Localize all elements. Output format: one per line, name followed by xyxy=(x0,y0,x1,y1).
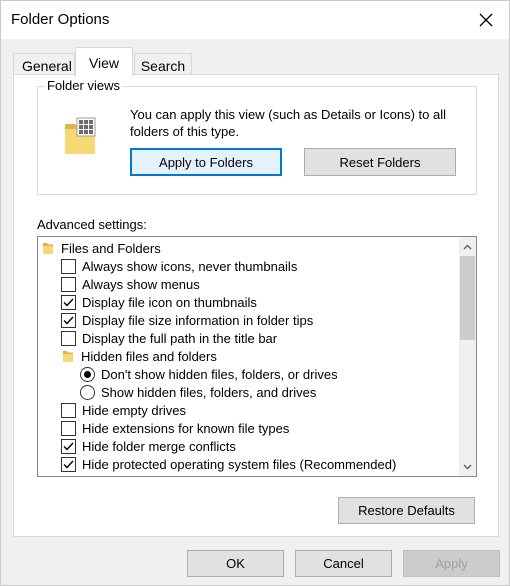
checkbox[interactable] xyxy=(61,330,76,346)
checkbox[interactable] xyxy=(61,258,76,274)
tab-general-label: General xyxy=(22,57,72,74)
folder-options-window: Folder Options General View Search Folde… xyxy=(0,0,510,586)
checkbox[interactable] xyxy=(61,420,76,436)
ok-label: OK xyxy=(226,556,245,571)
folder-icon xyxy=(63,351,73,362)
advanced-settings-tree[interactable]: Files and Folders Always show icons, nev… xyxy=(37,236,477,477)
apply-to-folders-button[interactable]: Apply to Folders xyxy=(130,148,282,176)
scroll-thumb[interactable] xyxy=(460,256,475,340)
option-display-file-size-info[interactable]: Display file size information in folder … xyxy=(61,311,313,329)
close-icon xyxy=(479,13,493,27)
reset-folders-button[interactable]: Reset Folders xyxy=(304,148,456,176)
tree-folder-label: Files and Folders xyxy=(61,240,161,256)
apply-button[interactable]: Apply xyxy=(403,550,500,577)
checkmark-icon xyxy=(63,316,74,325)
advanced-settings-label: Advanced settings: xyxy=(37,217,147,232)
option-display-full-path[interactable]: Display the full path in the title bar xyxy=(61,329,277,347)
option-hide-extensions[interactable]: Hide extensions for known file types xyxy=(61,419,289,437)
option-show-hidden[interactable]: Show hidden files, folders, and drives xyxy=(80,383,316,401)
option-label: Hide empty drives xyxy=(82,402,187,418)
folder-views-label: Folder views xyxy=(45,78,122,93)
folder-views-icon xyxy=(65,117,96,154)
title-bar: Folder Options xyxy=(1,1,509,39)
apply-to-folders-label: Apply to Folders xyxy=(159,154,253,170)
option-always-show-icons[interactable]: Always show icons, never thumbnails xyxy=(61,257,297,275)
cancel-label: Cancel xyxy=(323,556,364,571)
ok-button[interactable]: OK xyxy=(187,550,284,577)
checkbox-checked[interactable] xyxy=(61,312,76,328)
scroll-up-button[interactable] xyxy=(459,238,476,255)
restore-defaults-label: Restore Defaults xyxy=(358,503,455,518)
checkbox-checked[interactable] xyxy=(61,438,76,454)
option-label: Hide protected operating system files (R… xyxy=(82,456,397,472)
tab-search-label: Search xyxy=(140,57,186,74)
restore-defaults-button[interactable]: Restore Defaults xyxy=(338,497,475,524)
checkmark-icon xyxy=(63,442,74,451)
option-label: Show hidden files, folders, and drives xyxy=(101,384,317,400)
option-label: Display the full path in the title bar xyxy=(82,330,278,346)
close-button[interactable] xyxy=(463,1,509,39)
checkmark-icon xyxy=(63,460,74,469)
option-hide-folder-merge-conflicts[interactable]: Hide folder merge conflicts xyxy=(61,437,236,455)
option-label: Hide folder merge conflicts xyxy=(82,438,236,454)
tree-folder-files-and-folders: Files and Folders xyxy=(42,239,161,257)
chevron-down-icon xyxy=(463,464,472,469)
radio[interactable] xyxy=(80,384,95,400)
radio-dot xyxy=(84,370,91,378)
checkbox[interactable] xyxy=(61,402,76,418)
checkbox[interactable] xyxy=(61,276,76,292)
folder-views-description: You can apply this view (such as Details… xyxy=(130,107,447,139)
checkbox-checked[interactable] xyxy=(61,456,76,472)
option-dont-show-hidden[interactable]: Don't show hidden files, folders, or dri… xyxy=(80,365,338,383)
option-label: Hide extensions for known file types xyxy=(82,420,290,436)
option-label: Display file icon on thumbnails xyxy=(82,294,257,310)
reset-folders-label: Reset Folders xyxy=(339,154,421,170)
folder-icon xyxy=(43,243,53,254)
radio-selected[interactable] xyxy=(80,366,95,382)
tab-view[interactable]: View xyxy=(75,47,133,77)
option-label: Don't show hidden files, folders, or dri… xyxy=(101,366,338,382)
option-label: Always show icons, never thumbnails xyxy=(82,258,298,274)
folder-views-group: Folder views You can apply this view (su… xyxy=(37,78,477,195)
option-label: Always show menus xyxy=(82,276,200,292)
vertical-scrollbar[interactable] xyxy=(459,237,476,476)
option-hide-empty-drives[interactable]: Hide empty drives xyxy=(61,401,186,419)
tab-view-label: View xyxy=(88,54,120,71)
cancel-button[interactable]: Cancel xyxy=(295,550,392,577)
tree-folder-hidden-files: Hidden files and folders xyxy=(62,347,217,365)
option-label: Display file size information in folder … xyxy=(82,312,314,328)
option-hide-protected-os-files[interactable]: Hide protected operating system files (R… xyxy=(61,455,396,473)
option-always-show-menus[interactable]: Always show menus xyxy=(61,275,200,293)
checkmark-icon xyxy=(63,298,74,307)
tree-folder-label: Hidden files and folders xyxy=(81,348,217,364)
checkbox-checked[interactable] xyxy=(61,294,76,310)
scroll-down-button[interactable] xyxy=(459,458,476,475)
window-title: Folder Options xyxy=(11,11,110,28)
option-display-file-icon-on-thumbnails[interactable]: Display file icon on thumbnails xyxy=(61,293,257,311)
apply-label: Apply xyxy=(435,556,468,571)
chevron-up-icon xyxy=(463,244,472,249)
view-tab-panel: Folder views You can apply this view (su… xyxy=(13,74,499,537)
